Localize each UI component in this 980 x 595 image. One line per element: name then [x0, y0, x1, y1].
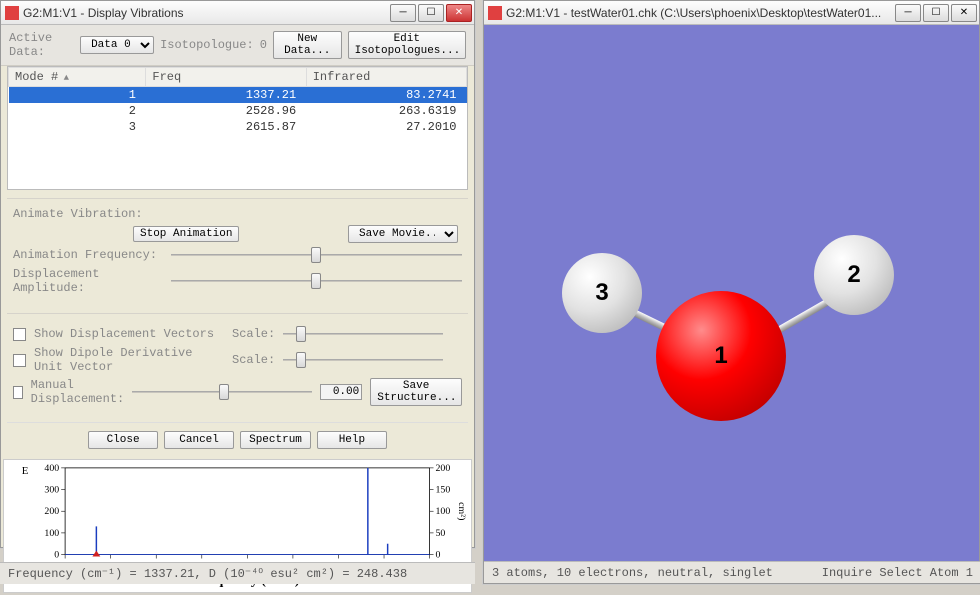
- stop-animation-button[interactable]: Stop Animation: [133, 226, 239, 242]
- cell-freq: 2528.96: [146, 103, 306, 119]
- disp-amp-slider[interactable]: [171, 273, 462, 289]
- cell-freq: 1337.21: [146, 87, 306, 104]
- spectrum-button[interactable]: Spectrum: [240, 431, 311, 449]
- table-row[interactable]: 22528.96263.6319: [9, 103, 467, 119]
- svg-text:300: 300: [44, 485, 59, 496]
- svg-text:200: 200: [44, 506, 59, 517]
- svg-text:400: 400: [44, 463, 59, 474]
- bottom-button-row: Close Cancel Spectrum Help: [7, 422, 468, 453]
- status-bar-left: Frequency (cm⁻¹) = 1337.21, D (10⁻⁴⁰ esu…: [0, 562, 475, 584]
- group-title: Animate Vibration:: [13, 207, 462, 221]
- scale-label-1: Scale:: [232, 327, 275, 341]
- status-bar-right: 3 atoms, 10 electrons, neutral, singlet …: [484, 561, 980, 583]
- app-icon: [5, 6, 19, 20]
- scale-slider-2[interactable]: [283, 352, 443, 368]
- scale-slider-1[interactable]: [283, 326, 443, 342]
- show-vectors-checkbox[interactable]: [13, 328, 26, 341]
- manual-disp-label: Manual Displacement:: [31, 378, 125, 406]
- titlebar[interactable]: G2:M1:V1 - Display Vibrations ─ ☐ ✕: [1, 1, 474, 25]
- atom-hydrogen-2[interactable]: 2: [814, 235, 894, 315]
- minimize-button[interactable]: ─: [390, 4, 416, 22]
- svg-text:0: 0: [436, 550, 441, 561]
- status-text: Frequency (cm⁻¹) = 1337.21, D (10⁻⁴⁰ esu…: [8, 566, 407, 581]
- anim-freq-slider[interactable]: [171, 247, 462, 263]
- molecule-viewport[interactable]: 3 2 1: [484, 25, 979, 561]
- isotopologue-value: 0: [260, 38, 267, 52]
- svg-text:E: E: [22, 465, 29, 477]
- svg-text:100: 100: [44, 528, 59, 539]
- cell-infrared: 83.2741: [306, 87, 466, 104]
- display-vibrations-window: G2:M1:V1 - Display Vibrations ─ ☐ ✕ Acti…: [0, 0, 475, 548]
- close-button[interactable]: ✕: [446, 4, 472, 22]
- cell-mode: 3: [9, 119, 146, 135]
- svg-text:0: 0: [54, 550, 59, 561]
- manual-disp-value[interactable]: [320, 384, 362, 400]
- cancel-button[interactable]: Cancel: [164, 431, 234, 449]
- col-freq[interactable]: Freq: [146, 68, 306, 87]
- svg-text:50: 50: [436, 528, 446, 539]
- atom-hydrogen-3[interactable]: 3: [562, 253, 642, 333]
- active-data-label: Active Data:: [9, 31, 74, 59]
- cell-mode: 2: [9, 103, 146, 119]
- anim-freq-label: Animation Frequency:: [13, 248, 163, 262]
- new-data-button[interactable]: New Data...: [273, 31, 342, 59]
- cell-freq: 2615.87: [146, 119, 306, 135]
- options-group: Show Displacement Vectors Scale: Show Di…: [7, 313, 468, 416]
- col-infrared[interactable]: Infrared: [306, 68, 466, 87]
- manual-disp-slider[interactable]: [132, 384, 312, 400]
- maximize-button[interactable]: ☐: [923, 4, 949, 22]
- help-button[interactable]: Help: [317, 431, 387, 449]
- minimize-button[interactable]: ─: [895, 4, 921, 22]
- svg-text:150: 150: [436, 485, 451, 496]
- close-button[interactable]: ✕: [951, 4, 977, 22]
- disp-amp-label: Displacement Amplitude:: [13, 267, 163, 295]
- table-row[interactable]: 32615.8727.2010: [9, 119, 467, 135]
- toolbar: Active Data: Data 0 Isotopologue: 0 New …: [1, 25, 474, 66]
- svg-text:100: 100: [436, 506, 451, 517]
- save-structure-button[interactable]: Save Structure...: [370, 378, 462, 406]
- status-atoms-text: 3 atoms, 10 electrons, neutral, singlet: [492, 566, 773, 580]
- animate-vibration-group: Animate Vibration: Stop Animation Save M…: [7, 198, 468, 305]
- show-vectors-label: Show Displacement Vectors: [34, 327, 224, 341]
- titlebar[interactable]: G2:M1:V1 - testWater01.chk (C:\Users\pho…: [484, 1, 979, 25]
- show-dipole-label: Show Dipole Derivative Unit Vector: [34, 346, 224, 374]
- show-dipole-checkbox[interactable]: [13, 354, 26, 367]
- cell-infrared: 263.6319: [306, 103, 466, 119]
- vibration-table[interactable]: Mode # Freq Infrared 11337.2183.27412252…: [7, 66, 468, 190]
- maximize-button[interactable]: ☐: [418, 4, 444, 22]
- col-mode[interactable]: Mode #: [9, 68, 146, 87]
- status-mode-text: Inquire Select Atom 1: [822, 566, 973, 580]
- close-dialog-button[interactable]: Close: [88, 431, 158, 449]
- cell-infrared: 27.2010: [306, 119, 466, 135]
- molecule-view-window: G2:M1:V1 - testWater01.chk (C:\Users\pho…: [483, 0, 980, 584]
- window-title: G2:M1:V1 - testWater01.chk (C:\Users\pho…: [506, 6, 891, 20]
- window-title: G2:M1:V1 - Display Vibrations: [23, 6, 386, 20]
- app-icon: [488, 6, 502, 20]
- edit-isotopologues-button[interactable]: Edit Isotopologues...: [348, 31, 466, 59]
- cell-mode: 1: [9, 87, 146, 104]
- svg-text:200: 200: [436, 463, 451, 474]
- svg-text:cm²): cm²): [456, 502, 467, 520]
- isotopologue-label: Isotopologue:: [160, 38, 254, 52]
- active-data-select[interactable]: Data 0: [80, 36, 154, 54]
- scale-label-2: Scale:: [232, 353, 275, 367]
- save-movie-select[interactable]: Save Movie...: [348, 225, 458, 243]
- atom-oxygen-1[interactable]: 1: [656, 291, 786, 421]
- table-row[interactable]: 11337.2183.2741: [9, 87, 467, 104]
- manual-disp-checkbox[interactable]: [13, 386, 23, 399]
